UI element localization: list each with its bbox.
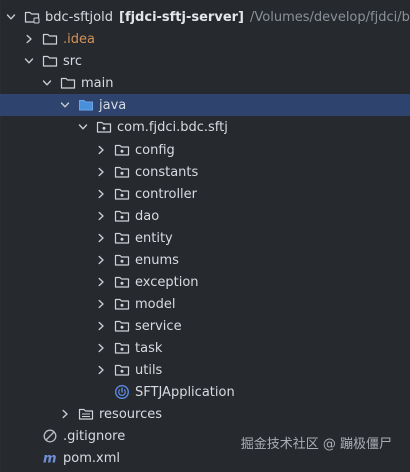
chevron-right-icon[interactable] [96,299,106,309]
chevron-right-icon[interactable] [96,321,106,331]
package-icon [114,274,130,290]
package-icon [114,296,130,312]
source-folder-icon [78,97,94,113]
package-icon [114,230,130,246]
module-folder-icon [24,9,40,25]
tree-row-enums[interactable]: enums [0,249,410,271]
folder-icon [42,31,58,47]
tree-label-exception: exception [135,274,199,290]
package-icon [114,318,130,334]
package-icon [114,186,130,202]
tree-row-idea[interactable]: .idea [0,28,410,50]
tree-label-package-root: com.fjdci.bdc.sftj [117,119,228,135]
tree-label-entity: entity [135,230,173,246]
chevron-right-icon[interactable] [96,365,106,375]
tree-row-controller[interactable]: controller [0,183,410,205]
watermark: 掘金技术社区 @ 蹦极僵尸 [240,437,392,452]
svg-text:m: m [43,452,57,467]
tree-label-pom: pom.xml [63,450,120,466]
tree-row-task[interactable]: task [0,337,410,359]
chevron-right-icon[interactable] [96,255,106,265]
folder-icon [60,75,76,91]
tree-row-src[interactable]: src [0,50,410,72]
tree-row-java[interactable]: java [0,94,410,116]
chevron-right-icon[interactable] [96,167,106,177]
resources-folder-icon [78,406,94,422]
tree-row-resources[interactable]: resources [0,403,410,425]
chevron-down-icon[interactable] [24,56,34,66]
tree-label-main: main [81,75,114,91]
tree-row-package-root[interactable]: com.fjdci.bdc.sftj [0,116,410,138]
tree-row-sftj-application[interactable]: SFTJApplication [0,381,410,403]
tree-label-service: service [135,318,182,334]
tree-row-service[interactable]: service [0,315,410,337]
tree-label-controller: controller [135,186,198,202]
chevron-right-icon[interactable] [24,34,34,44]
maven-icon: m [42,450,58,467]
tree-label-java: java [99,97,127,113]
chevron-right-icon[interactable] [96,343,106,353]
tree-row-constants[interactable]: constants [0,161,410,183]
tree-label-model: model [135,296,176,312]
tree-label-constants: constants [135,164,199,180]
module-name: [fjdci-sftj-server] [119,9,244,25]
tree-label-src: src [63,53,82,69]
chevron-down-icon[interactable] [60,100,70,110]
package-icon [114,252,130,268]
tree-row-dao[interactable]: dao [0,205,410,227]
tree-label-utils: utils [135,362,163,378]
folder-icon [42,53,58,69]
package-icon [114,164,130,180]
package-icon [114,340,130,356]
package-icon [114,208,130,224]
tree-row-model[interactable]: model [0,293,410,315]
chevron-right-icon[interactable] [96,211,106,221]
project-name: bdc-sftjold [45,9,113,25]
tree-label-resources: resources [99,406,163,422]
tree-row-utils[interactable]: utils [0,359,410,381]
chevron-right-icon[interactable] [96,189,106,199]
project-path: /Volumes/develop/fjdci/bdc-s [250,9,410,25]
chevron-right-icon[interactable] [60,409,70,419]
spring-boot-class-icon [114,384,130,400]
tree-label-dao: dao [135,208,160,224]
tree-row-root[interactable]: bdc-sftjold [fjdci-sftj-server] /Volumes… [0,6,410,28]
chevron-right-icon[interactable] [96,277,106,287]
chevron-down-icon[interactable] [78,122,88,132]
tree-row-entity[interactable]: entity [0,227,410,249]
tree-label-enums: enums [135,252,179,268]
tree-label-config: config [135,142,175,158]
gitignore-icon [42,428,58,444]
package-icon [114,142,130,158]
tree-label-gitignore: .gitignore [63,428,126,444]
tree-label-task: task [135,340,163,356]
tree-label-idea: .idea [63,31,95,47]
package-icon [96,119,112,135]
project-tree: bdc-sftjold [fjdci-sftj-server] /Volumes… [0,0,410,472]
tree-row-exception[interactable]: exception [0,271,410,293]
package-icon [114,362,130,378]
tree-row-config[interactable]: config [0,139,410,161]
chevron-down-icon[interactable] [42,78,52,88]
tree-label-sftj-application: SFTJApplication [135,384,235,400]
chevron-right-icon[interactable] [96,233,106,243]
tree-row-main[interactable]: main [0,72,410,94]
chevron-right-icon[interactable] [96,145,106,155]
chevron-down-icon[interactable] [6,12,16,22]
